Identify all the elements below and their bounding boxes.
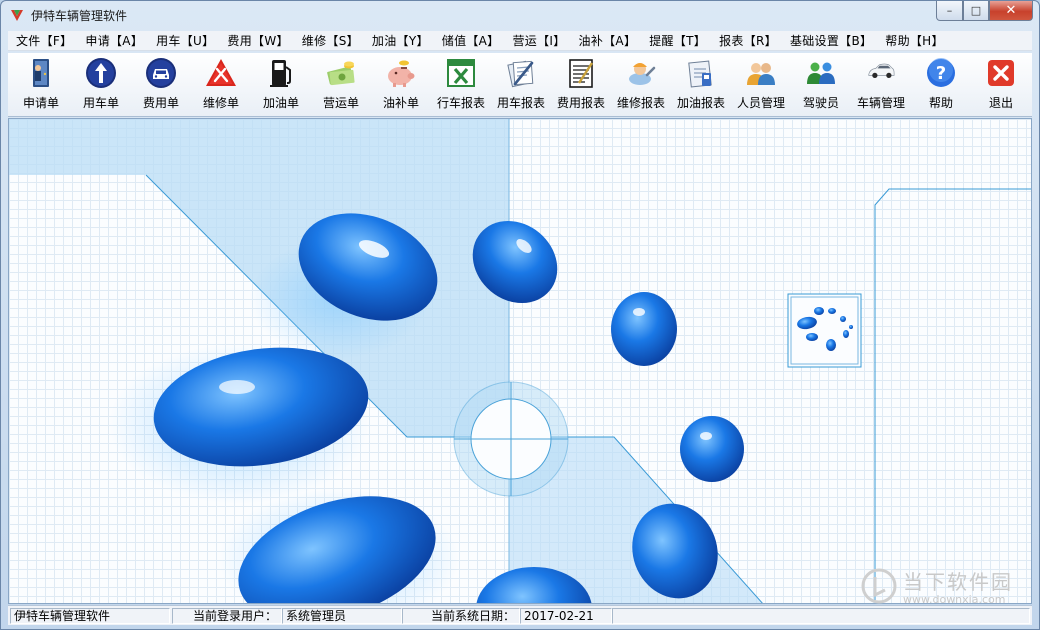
menu-fuel-subsidy[interactable]: 油补【A】 bbox=[575, 32, 646, 49]
menu-repair[interactable]: 维修【S】 bbox=[298, 32, 368, 49]
repair-worker-icon bbox=[629, 63, 656, 85]
documents-pen-icon bbox=[507, 60, 534, 88]
toolbar-operation-form[interactable]: 营运单 bbox=[311, 57, 371, 115]
status-user-value: 系统管理员 bbox=[282, 608, 402, 624]
app-window: 伊特车辆管理软件 – □ ✕ 文件【F】 申请【A】 用车【U】 费用【W】 维… bbox=[0, 0, 1040, 630]
menu-reports[interactable]: 报表【R】 bbox=[715, 32, 786, 49]
menu-basic-settings[interactable]: 基础设置【B】 bbox=[786, 32, 881, 49]
excel-icon bbox=[447, 59, 475, 87]
menu-refuel[interactable]: 加油【Y】 bbox=[368, 32, 438, 49]
toolbar-personnel-management[interactable]: 人员管理 bbox=[731, 57, 791, 115]
toolbar-label: 维修单 bbox=[202, 96, 239, 110]
status-date-label: 当前系统日期： bbox=[402, 608, 520, 624]
toolbar-label: 帮助 bbox=[928, 96, 953, 110]
toolbar-use-car-report[interactable]: 用车报表 bbox=[491, 57, 551, 115]
maximize-button[interactable]: □ bbox=[963, 1, 989, 21]
close-button[interactable]: ✕ bbox=[989, 1, 1033, 21]
toolbar-label: 人员管理 bbox=[736, 96, 785, 110]
toolbar-label: 维修报表 bbox=[616, 96, 665, 110]
toolbar-label: 加油报表 bbox=[676, 96, 725, 110]
menu-stored-value[interactable]: 储值【A】 bbox=[438, 32, 509, 49]
help-icon: ? bbox=[927, 58, 955, 87]
toolbar-label: 营运单 bbox=[322, 96, 359, 110]
watermark-text: 当下软件园 bbox=[903, 570, 1013, 594]
driver-icon bbox=[807, 62, 835, 84]
warning-tools-icon bbox=[206, 59, 236, 86]
toolbar-fuel-subsidy-form[interactable]: 油补单 bbox=[371, 57, 431, 115]
toolbar-repair-report[interactable]: 维修报表 bbox=[611, 57, 671, 115]
toolbar-label: 行车报表 bbox=[436, 96, 485, 110]
toolbar-label: 用车单 bbox=[82, 96, 119, 110]
exit-icon bbox=[988, 60, 1014, 86]
toolbar-use-car-form[interactable]: 用车单 bbox=[71, 57, 131, 115]
minimize-button[interactable]: – bbox=[936, 1, 963, 21]
menu-apply[interactable]: 申请【A】 bbox=[81, 32, 152, 49]
toolbar-help[interactable]: ? 帮助 bbox=[911, 57, 971, 115]
menu-operation[interactable]: 营运【I】 bbox=[508, 32, 574, 49]
toolbar-driver[interactable]: 驾驶员 bbox=[791, 57, 851, 115]
fuel-report-icon bbox=[688, 60, 712, 88]
menu-bar: 文件【F】 申请【A】 用车【U】 费用【W】 维修【S】 加油【Y】 储值【A… bbox=[8, 31, 1032, 51]
status-bar: 伊特车辆管理软件 当前登录用户： 系统管理员 当前系统日期： 2017-02-2… bbox=[8, 605, 1032, 625]
white-car-icon bbox=[868, 63, 895, 78]
toolbar: 申请单 用车单 费用单 维修单 加油单 营运单 油补单 行车报表 用车报表 费用… bbox=[8, 53, 1032, 117]
menu-file[interactable]: 文件【F】 bbox=[12, 32, 81, 49]
toolbar-vehicle-management[interactable]: 车辆管理 bbox=[851, 57, 911, 115]
toolbar-label: 费用报表 bbox=[556, 96, 605, 110]
money-icon bbox=[327, 61, 355, 86]
door-person-icon bbox=[33, 59, 49, 87]
toolbar-repair-form[interactable]: 维修单 bbox=[191, 57, 251, 115]
people-icon bbox=[747, 63, 775, 85]
watermark-logo-icon bbox=[861, 568, 897, 604]
svg-text:?: ? bbox=[936, 63, 946, 84]
window-title: 伊特车辆管理软件 bbox=[31, 9, 128, 23]
title-bar[interactable]: 伊特车辆管理软件 – □ ✕ bbox=[1, 1, 1039, 29]
toolbar-refuel-report[interactable]: 加油报表 bbox=[671, 57, 731, 115]
menu-use-car[interactable]: 用车【U】 bbox=[152, 32, 223, 49]
toolbar-exit[interactable]: 退出 bbox=[971, 57, 1031, 115]
status-spare-panel bbox=[612, 608, 1030, 624]
toolbar-expense-report[interactable]: 费用报表 bbox=[551, 57, 611, 115]
toolbar-label: 加油单 bbox=[262, 96, 299, 110]
menu-reminder[interactable]: 提醒【T】 bbox=[645, 32, 715, 49]
status-date-value: 2017-02-21 bbox=[520, 608, 612, 624]
piggy-bank-icon bbox=[388, 60, 415, 87]
toolbar-refuel-form[interactable]: 加油单 bbox=[251, 57, 311, 115]
status-user-label: 当前登录用户： bbox=[172, 608, 282, 624]
toolbar-expense-form[interactable]: 费用单 bbox=[131, 57, 191, 115]
toolbar-label: 申请单 bbox=[22, 96, 59, 110]
car-front-icon bbox=[146, 58, 176, 88]
toolbar-label: 用车报表 bbox=[496, 96, 545, 110]
toolbar-label: 驾驶员 bbox=[802, 96, 839, 110]
status-app-name: 伊特车辆管理软件 bbox=[10, 608, 170, 624]
fuel-pump-icon bbox=[270, 60, 291, 87]
toolbar-driving-report[interactable]: 行车报表 bbox=[431, 57, 491, 115]
menu-help[interactable]: 帮助【H】 bbox=[881, 32, 953, 49]
toolbar-label: 费用单 bbox=[142, 96, 179, 110]
app-logo-icon bbox=[11, 10, 23, 21]
toolbar-label: 油补单 bbox=[382, 96, 419, 110]
up-arrow-icon bbox=[86, 58, 116, 88]
toolbar-label: 车辆管理 bbox=[856, 96, 905, 110]
toolbar-application-form[interactable]: 申请单 bbox=[11, 57, 71, 115]
toolbar-label: 退出 bbox=[988, 96, 1013, 110]
decorative-background-art bbox=[9, 119, 1031, 603]
notepad-icon bbox=[569, 59, 594, 88]
workspace-background bbox=[8, 118, 1032, 604]
window-controls: – □ ✕ bbox=[936, 1, 1033, 21]
menu-expense[interactable]: 费用【W】 bbox=[223, 32, 297, 49]
